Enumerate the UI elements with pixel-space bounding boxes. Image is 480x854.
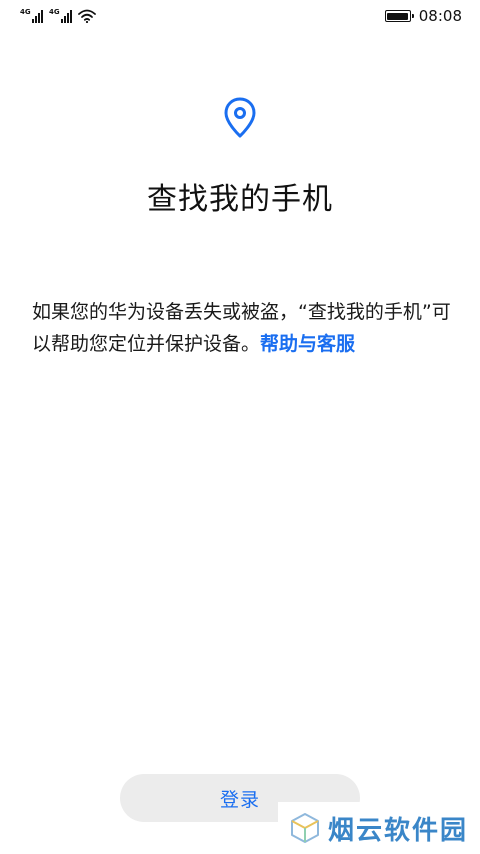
location-pin-icon xyxy=(224,97,256,138)
network-type-label: 4G xyxy=(49,8,60,16)
description-text: 如果您的华为设备丢失或被盗，“查找我的手机”可以帮助您定位并保护设备。帮助与客服 xyxy=(32,296,452,360)
network-type-label: 4G xyxy=(20,8,31,16)
wifi-icon xyxy=(78,9,96,23)
watermark-text: 烟云软件园 xyxy=(328,815,469,846)
page-title: 查找我的手机 xyxy=(147,182,333,217)
battery-icon xyxy=(384,10,414,22)
clock: 08:08 xyxy=(418,7,462,25)
status-left: 4G 4G xyxy=(20,8,96,23)
description-body: 如果您的华为设备丢失或被盗，“查找我的手机”可以帮助您定位并保护设备。 xyxy=(32,301,451,355)
help-link[interactable]: 帮助与客服 xyxy=(260,333,355,355)
signal-icon: 4G xyxy=(20,8,43,23)
watermark-cube-icon xyxy=(291,813,319,843)
status-right: 08:08 xyxy=(384,7,462,25)
battery-fill xyxy=(387,12,409,20)
signal-icon: 4G xyxy=(49,8,72,23)
status-bar: 4G 4G 08:08 xyxy=(0,0,480,32)
watermark: 烟云软件园 xyxy=(278,802,480,854)
